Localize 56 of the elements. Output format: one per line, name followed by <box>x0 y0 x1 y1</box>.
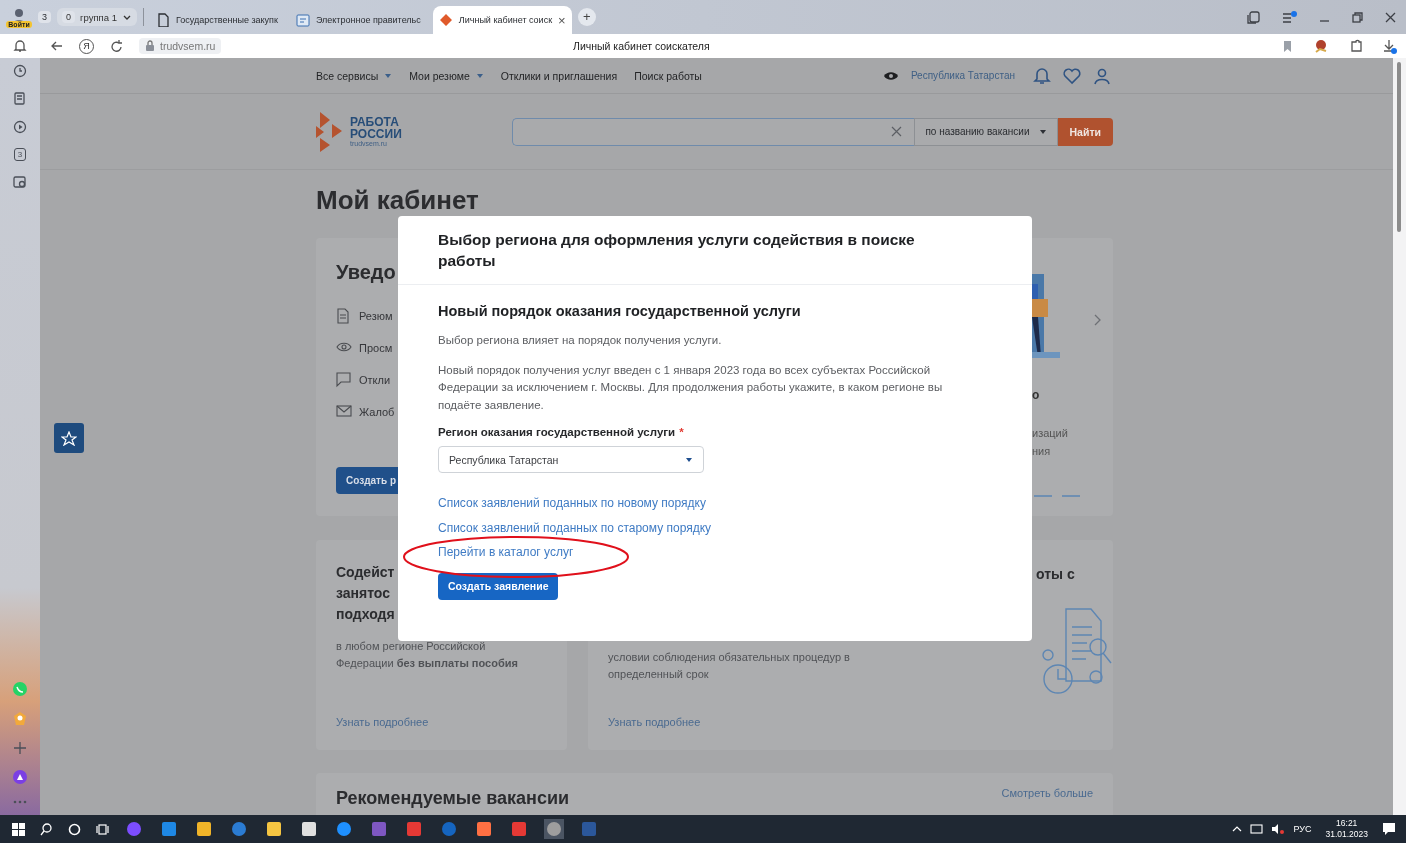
tab-title: Электронное правительс <box>315 15 421 25</box>
tab-title: Личный кабинет соиск <box>458 15 553 25</box>
notification-item[interactable]: Откли <box>359 374 391 386</box>
dialog-link[interactable]: Список заявлений поданных по старому порядку <box>438 519 992 537</box>
card-title: оты с <box>1036 565 1075 584</box>
search-filter-dropdown[interactable]: по названию вакансии <box>914 117 1058 146</box>
notification-item[interactable]: Жалоб <box>359 406 395 418</box>
address-field[interactable]: trudvsem.ru <box>139 38 222 54</box>
card-title: занятос <box>336 584 390 603</box>
dialog-subtitle: Новый порядок оказания государственной услуги <box>438 302 802 320</box>
field-label: Регион оказания государственной услуги <box>438 426 676 438</box>
card-text: в любом регионе Российской <box>336 639 487 654</box>
card-title: Уведо <box>336 260 396 284</box>
dialog-text: Выбор региона влияет на порядок получения услуги. <box>438 333 723 348</box>
dialog-text: Новый порядок получения услуг введен с 1 января 2023 года во всех субъектах Российской Федерации за исключением г. Москвы. Для продолжения работы укажите, в каком регионе вы подаёте заявление. <box>438 362 944 413</box>
dialog-link[interactable]: Перейти в каталог услуг <box>438 544 992 562</box>
browser-tab[interactable]: Государственные закупк <box>149 6 284 34</box>
card-title: о <box>1032 388 1041 402</box>
card-text: ния <box>1032 444 1052 459</box>
group-label: группа 1 <box>80 11 117 23</box>
clock-date[interactable]: 31.01.2023 <box>1325 829 1368 840</box>
card-text: Федерации без выплаты пособия <box>336 656 518 671</box>
dialog-link[interactable]: Список заявлений поданных по новому порядку <box>438 495 992 513</box>
region-select[interactable]: Республика Татарстан <box>438 446 704 473</box>
close-tab-button[interactable]: × <box>558 12 566 28</box>
create-application-button[interactable]: Создать заявление <box>438 572 559 600</box>
dialog-title: Выбор региона для оформления услуги содействия в поиске работы <box>438 230 916 271</box>
notification-item[interactable]: Резюм <box>359 310 393 322</box>
nav-link[interactable]: Поиск работы <box>634 69 702 82</box>
browser-tab[interactable]: Личный кабинет соиск × <box>432 6 572 34</box>
yandex-button[interactable]: Я <box>79 38 94 54</box>
required-mark: * <box>679 426 684 438</box>
card-title: Содейст <box>336 563 395 582</box>
counter-badge[interactable]: 3 <box>13 148 27 161</box>
section-title: Рекомендуемые вакансии <box>336 787 570 810</box>
logo-text: РАБОТА <box>350 115 400 128</box>
card-text: изаций <box>1032 426 1069 441</box>
card-text: условии соблюдения обязательных процедур в <box>608 650 850 665</box>
nav-link[interactable]: Мои резюме <box>409 69 484 82</box>
card-title: подходя <box>336 605 395 624</box>
search-button[interactable]: Найти <box>1057 117 1113 146</box>
tab-title: Государственные закупк <box>175 15 278 25</box>
notification-item[interactable]: Просм <box>359 342 393 354</box>
tab-count-badge: 3 <box>38 11 51 23</box>
tab-group-button[interactable]: 0 группа 1 <box>57 8 137 26</box>
nav-link[interactable]: Все сервисы <box>316 69 393 82</box>
clock-time[interactable]: 16:21 <box>1336 818 1358 829</box>
browser-tab[interactable]: Электронное правительс <box>289 6 427 34</box>
logo-text: РОССИИ <box>350 127 402 140</box>
new-tab-button[interactable]: + <box>577 8 596 26</box>
card-text: определенный срок <box>608 667 710 682</box>
nav-link[interactable]: Отклики и приглашения <box>500 69 618 82</box>
page-heading: Мой кабинет <box>316 185 480 215</box>
page-title: Личный кабинет соискателя <box>573 40 711 52</box>
group-count-badge: 0 <box>62 11 76 23</box>
language-indicator[interactable]: РУС <box>1293 824 1312 834</box>
